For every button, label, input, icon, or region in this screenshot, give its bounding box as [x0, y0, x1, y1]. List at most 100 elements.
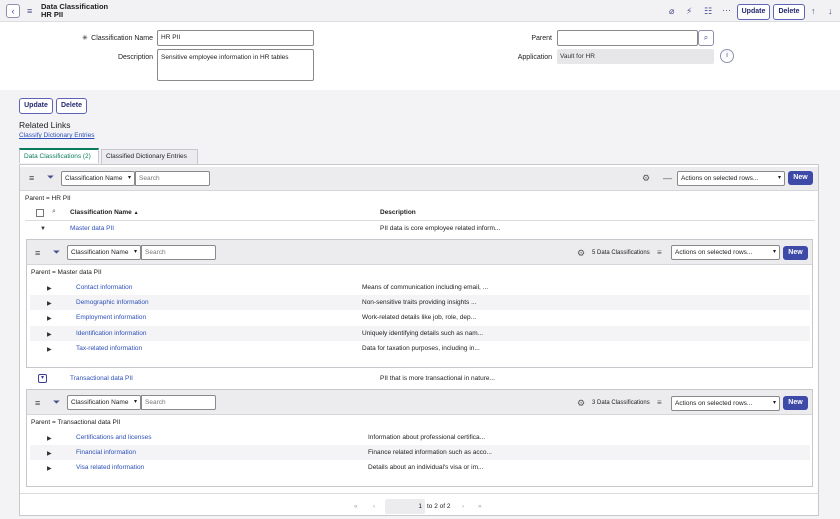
first-page-icon[interactable]: « [354, 503, 358, 510]
expand-row-icon[interactable]: ▶ [47, 450, 52, 457]
row-description: Finance related information such as acco… [368, 449, 492, 456]
search-field-select[interactable]: Classification Name ▾ [61, 171, 135, 186]
search-input[interactable] [135, 171, 210, 186]
breadcrumb[interactable]: Parent = Transactional data PII [31, 419, 120, 427]
pagination-divider [20, 493, 818, 494]
search-input[interactable] [141, 245, 216, 260]
settings-sliders-icon[interactable]: ☷ [704, 6, 712, 16]
expand-row-icon[interactable]: ▶ [47, 465, 52, 472]
last-page-icon[interactable]: » [478, 503, 482, 510]
gear-icon[interactable]: ⚙ [642, 173, 650, 184]
actions-select-label: Actions on selected rows... [675, 249, 753, 256]
activity-icon[interactable]: ⚡ [686, 6, 692, 16]
actions-select-label: Actions on selected rows... [675, 400, 753, 407]
more-options-icon[interactable]: ··· [722, 5, 731, 15]
page-number-input[interactable]: 1 [385, 499, 425, 514]
expand-row-icon[interactable]: ▶ [47, 285, 52, 292]
update-button[interactable]: Update [19, 98, 53, 114]
record-form: ✳ Classification Name HR PII Description… [0, 23, 840, 90]
menu-icon[interactable]: ≡ [27, 6, 32, 16]
column-search-icon[interactable]: ⌕ [52, 208, 56, 216]
page-range: to 2 of 2 [427, 503, 451, 510]
list-menu-icon[interactable]: ≡ [35, 248, 40, 258]
filter-icon[interactable]: ⏷ [53, 397, 60, 408]
chevron-down-icon: ▾ [133, 399, 137, 405]
new-button[interactable]: New [783, 246, 808, 260]
header-update-button[interactable]: Update [737, 4, 770, 20]
classify-dictionary-link[interactable]: Classify Dictionary Entries [19, 132, 95, 139]
parent-field[interactable] [557, 30, 698, 46]
column-header-name[interactable]: Classification Name ▲ [70, 209, 139, 217]
new-button[interactable]: New [788, 171, 813, 185]
chevron-down-icon: ▾ [127, 175, 131, 181]
related-links-title: Related Links [19, 120, 71, 130]
expand-row-icon[interactable]: ▶ [47, 300, 52, 307]
description-field[interactable]: Sensitive employee information in HR tab… [157, 49, 314, 81]
parent-label: Parent [531, 35, 552, 42]
row-name-link[interactable]: Certifications and licenses [76, 434, 152, 442]
actions-select[interactable]: Actions on selected rows... ▾ [671, 396, 780, 411]
gear-icon[interactable]: ⚙ [577, 248, 585, 259]
header-divider [25, 220, 815, 221]
select-all-checkbox[interactable] [36, 209, 44, 217]
application-field: Vault for HR [557, 49, 714, 64]
row-name-link[interactable]: Visa related information [76, 464, 144, 472]
column-header-description[interactable]: Description [380, 209, 416, 217]
sort-ascending-icon: ▲ [133, 210, 139, 216]
parent-search-button[interactable]: ⌕ [698, 30, 714, 46]
chevron-down-icon: ▾ [772, 249, 776, 255]
paperclip-icon[interactable]: ⌀ [669, 6, 674, 16]
application-label: Application [517, 54, 552, 61]
row-description: Work-related details like job, role, dep… [362, 314, 477, 321]
expand-row-icon[interactable]: ▶ [47, 346, 52, 353]
list-menu-icon[interactable]: ≡ [35, 398, 40, 408]
search-input[interactable] [141, 395, 216, 410]
expand-row-icon[interactable]: ▶ [47, 315, 52, 322]
row-name-link[interactable]: Master data PII [70, 225, 114, 233]
column-header-name-text: Classification Name [70, 209, 132, 216]
breadcrumb[interactable]: Parent = Master data PII [31, 269, 102, 277]
new-button[interactable]: New [783, 396, 808, 410]
collapse-row-icon[interactable]: ▾ [38, 374, 47, 383]
row-name-link[interactable]: Employment information [76, 314, 146, 322]
next-page-icon[interactable]: › [462, 503, 464, 510]
previous-page-icon[interactable]: ‹ [373, 503, 375, 510]
up-arrow-icon[interactable]: ↑ [811, 6, 816, 16]
actions-select[interactable]: Actions on selected rows... ▾ [677, 171, 785, 186]
breadcrumb[interactable]: Parent = HR PII [25, 195, 71, 203]
row-description: PII that is more transactional in nature… [380, 375, 495, 382]
page-subtitle-text: HR PII [41, 10, 64, 19]
header-delete-button[interactable]: Delete [773, 4, 805, 20]
filter-icon[interactable]: ⏷ [47, 172, 54, 183]
collapse-icon[interactable]: — [663, 173, 672, 183]
row-name-link[interactable]: Contact information [76, 284, 132, 292]
chevron-down-icon: ▾ [777, 175, 781, 181]
row-name-link[interactable]: Demographic information [76, 299, 149, 307]
delete-button[interactable]: Delete [56, 98, 87, 114]
down-arrow-icon[interactable]: ↓ [828, 6, 833, 16]
gear-icon[interactable]: ⚙ [577, 398, 585, 409]
classification-name-field[interactable]: HR PII [157, 30, 314, 46]
info-icon[interactable]: i [720, 49, 734, 63]
search-field-select[interactable]: Classification Name ▾ [67, 245, 141, 260]
row-name-link[interactable]: Tax-related information [76, 345, 142, 353]
row-name-link[interactable]: Identification information [76, 330, 146, 338]
expand-row-icon[interactable]: ▶ [47, 331, 52, 338]
record-count: 3 Data Classifications [592, 399, 650, 407]
filter-icon[interactable]: ⏷ [53, 247, 60, 258]
search-field-select[interactable]: Classification Name ▾ [67, 395, 141, 410]
tab-data-classifications[interactable]: Data Classifications (2) [19, 148, 99, 163]
expand-row-icon[interactable]: ▶ [47, 435, 52, 442]
row-name-link[interactable]: Financial information [76, 449, 136, 457]
row-description: PII data is core employee related inform… [380, 225, 501, 232]
record-count-number: 3 [592, 400, 596, 406]
row-description: Uniquely identifying details such as nam… [362, 330, 484, 337]
list-options-icon[interactable]: ≡ [657, 398, 662, 407]
list-menu-icon[interactable]: ≡ [29, 173, 34, 183]
tab-classified-dictionary-entries[interactable]: Classified Dictionary Entries [101, 149, 198, 164]
list-options-icon[interactable]: ≡ [657, 248, 662, 257]
row-name-link[interactable]: Transactional data PII [70, 375, 133, 383]
actions-select[interactable]: Actions on selected rows... ▾ [671, 245, 780, 260]
collapse-row-icon[interactable]: ▼ [40, 226, 46, 232]
back-button[interactable]: ‹ [6, 4, 20, 18]
